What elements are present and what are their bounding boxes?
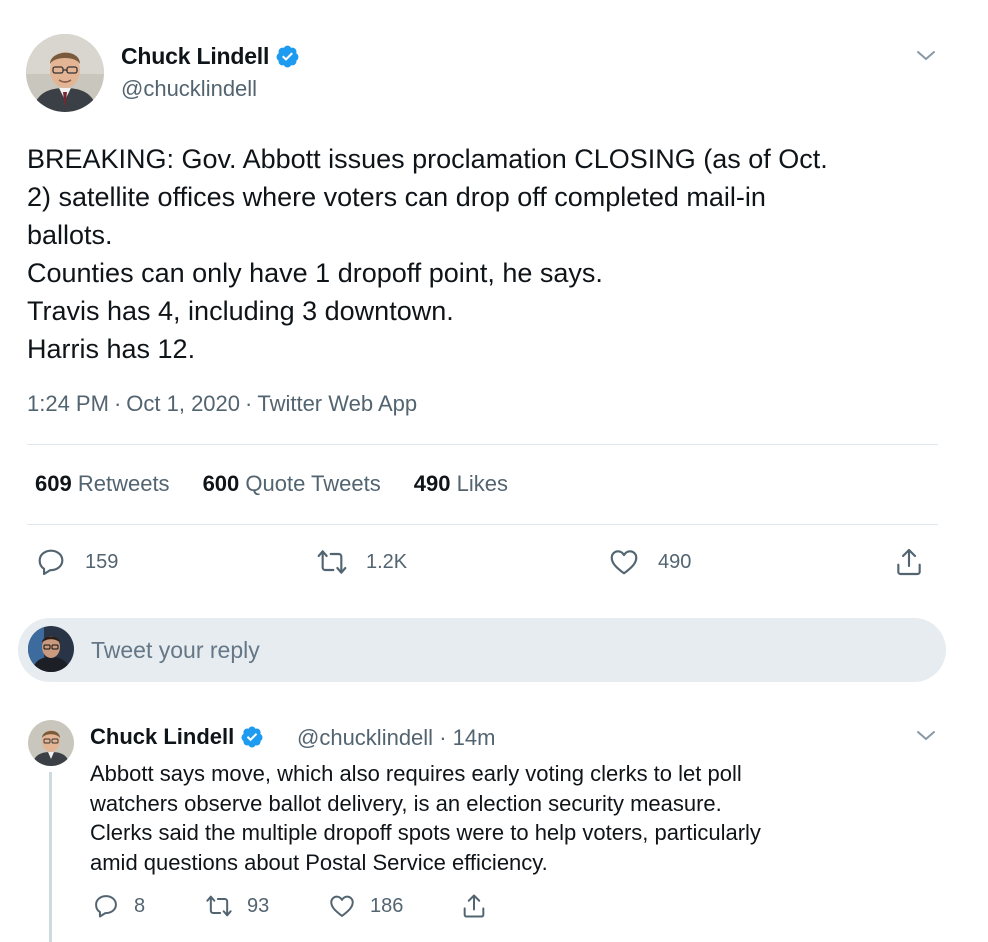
reply-author-name[interactable]: Chuck Lindell	[90, 724, 264, 750]
thread-line	[49, 772, 52, 942]
reply-like-count: 186	[370, 894, 404, 917]
retweets-count: 609	[35, 471, 72, 496]
verified-badge-icon	[241, 726, 263, 748]
author-name[interactable]: Chuck Lindell	[121, 43, 300, 70]
divider	[27, 524, 938, 525]
author-avatar[interactable]	[26, 34, 104, 112]
reply-share-button[interactable]	[460, 892, 502, 920]
reply-meta-separator: ·	[439, 725, 447, 750]
reply-meta: @chucklindell · 14m	[297, 725, 495, 751]
retweets-stat[interactable]: 609 Retweets	[35, 471, 170, 497]
reply-tweet-text: Abbott says move, which also requires ea…	[90, 759, 950, 877]
reply-text-line: watchers observe ballot delivery, is an …	[90, 790, 722, 816]
retweet-button[interactable]: 1.2K	[316, 546, 407, 578]
verified-badge-icon	[276, 45, 299, 68]
share-button[interactable]	[893, 546, 943, 578]
tweet-text-line: Harris has 12.	[27, 334, 196, 364]
reply-age[interactable]: 14m	[453, 725, 496, 750]
reply-author-name-text[interactable]: Chuck Lindell	[90, 724, 234, 750]
reply-reply-count: 8	[134, 894, 146, 917]
tweet-date[interactable]: Oct 1, 2020	[126, 391, 240, 416]
reply-text-line: amid questions about Postal Service effi…	[90, 849, 548, 875]
retweets-label: Retweets	[77, 471, 170, 496]
reply-text-line: Clerks said the multiple dropoff spots w…	[90, 820, 761, 845]
tweet-text: BREAKING: Gov. Abbott issues proclamatio…	[27, 140, 957, 368]
reply-count: 159	[85, 550, 119, 573]
chevron-down-icon[interactable]	[914, 44, 938, 68]
share-icon	[897, 548, 921, 576]
tweet-source[interactable]: Twitter Web App	[257, 391, 417, 416]
divider	[27, 444, 938, 445]
quote-tweets-stat[interactable]: 600 Quote Tweets	[203, 471, 381, 497]
reply-like-button[interactable]: 186	[328, 892, 403, 920]
reply-icon	[38, 549, 64, 576]
retweet-icon	[317, 550, 347, 574]
current-user-avatar[interactable]	[28, 626, 74, 672]
tweet-text-line: ballots.	[27, 220, 113, 250]
retweet-icon	[206, 895, 232, 917]
tweet-text-line: 2) satellite offices where voters can dr…	[27, 182, 766, 212]
quote-tweets-count: 600	[202, 471, 240, 496]
reply-icon	[95, 895, 117, 918]
reply-retweet-button[interactable]: 93	[205, 892, 269, 920]
chevron-down-icon[interactable]	[914, 724, 938, 748]
likes-stat[interactable]: 490 Likes	[414, 471, 508, 497]
author-handle[interactable]: @chucklindell	[121, 76, 257, 102]
like-count: 490	[658, 550, 692, 573]
like-button[interactable]: 490	[608, 546, 691, 578]
share-icon	[463, 894, 485, 918]
tweet-meta: 1:24 PM · Oct 1, 2020 · Twitter Web App	[27, 391, 418, 416]
tweet-time[interactable]: 1:24 PM	[27, 391, 109, 416]
likes-count: 490	[413, 471, 451, 496]
reply-button[interactable]: 159	[35, 546, 118, 578]
tweet-stats: 609 Retweets 600 Quote Tweets 490 Likes	[35, 471, 541, 497]
tweet-text-line: Counties can only have 1 dropoff point, …	[27, 258, 603, 288]
like-icon	[610, 550, 638, 575]
reply-retweet-count: 93	[247, 894, 270, 917]
reply-placeholder[interactable]: Tweet your reply	[91, 637, 260, 664]
like-icon	[330, 895, 354, 917]
reply-reply-button[interactable]: 8	[92, 892, 145, 920]
reply-author-handle[interactable]: @chucklindell	[297, 725, 433, 750]
quote-tweets-label: Quote Tweets	[245, 471, 381, 496]
reply-author-avatar[interactable]	[28, 720, 74, 766]
author-name-text[interactable]: Chuck Lindell	[121, 43, 269, 70]
reply-text-line: Abbott says move, which also requires ea…	[90, 761, 742, 786]
tweet-text-line: BREAKING: Gov. Abbott issues proclamatio…	[27, 144, 828, 174]
tweet-text-line: Travis has 4, including 3 downtown.	[27, 296, 454, 326]
retweet-count: 1.2K	[366, 550, 408, 573]
likes-label: Likes	[456, 471, 508, 496]
